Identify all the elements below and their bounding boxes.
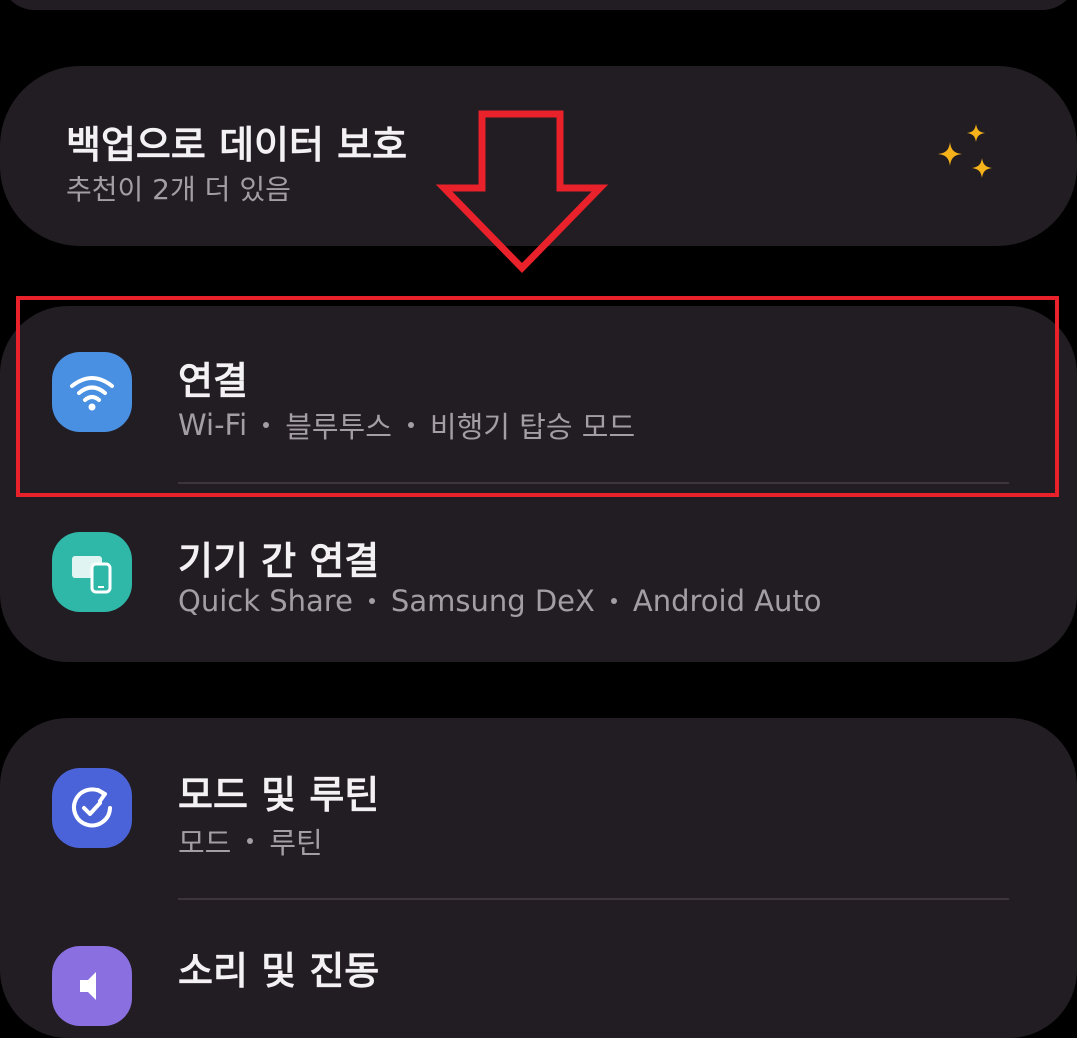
routine-check-icon [52,768,132,848]
backup-suggestion-title: 백업으로 데이터 보호 [66,123,408,167]
row-divider [178,482,1009,484]
sound-vibration-title: 소리 및 진동 [178,949,380,993]
devices-icon [52,532,132,612]
separator-dot [247,838,254,844]
connections-subtitle: Wi-Fi 블루투스 비행기 탑승 모드 [178,404,635,446]
settings-item-sound-vibration[interactable] [0,900,1077,975]
connected-devices-sub-dex: Samsung DeX [390,584,595,618]
connections-sub-airplane: 비행기 탑승 모드 [429,410,636,444]
modes-routines-sub-modes: 모드 [178,826,232,860]
modes-routines-title: 모드 및 루틴 [178,773,380,817]
separator-dot [368,598,375,604]
settings-item-modes-routines[interactable] [0,718,1077,898]
connections-sub-bluetooth: 블루투스 [285,410,392,444]
settings-item-connections[interactable] [0,306,1077,486]
wifi-icon [52,352,132,432]
separator-dot [263,422,270,428]
connected-devices-title: 기기 간 연결 [178,539,380,583]
sound-icon [52,946,132,1026]
sparkle-icon [938,124,992,178]
connected-devices-sub-quick-share: Quick Share [178,584,353,618]
modes-routines-sub-routines: 루틴 [269,826,323,860]
settings-card-previous [0,0,1077,10]
settings-item-connected-devices[interactable] [0,486,1077,662]
connected-devices-subtitle: Quick Share Samsung DeX Android Auto [178,584,822,618]
separator-dot [610,598,617,604]
connections-sub-wifi: Wi-Fi [178,408,248,442]
connections-title: 연결 [178,359,248,403]
modes-routines-subtitle: 모드 루틴 [178,820,323,862]
backup-suggestion-subtitle: 추천이 2개 더 있음 [66,173,291,206]
separator-dot [407,422,414,428]
connected-devices-sub-android-auto: Android Auto [632,584,822,618]
